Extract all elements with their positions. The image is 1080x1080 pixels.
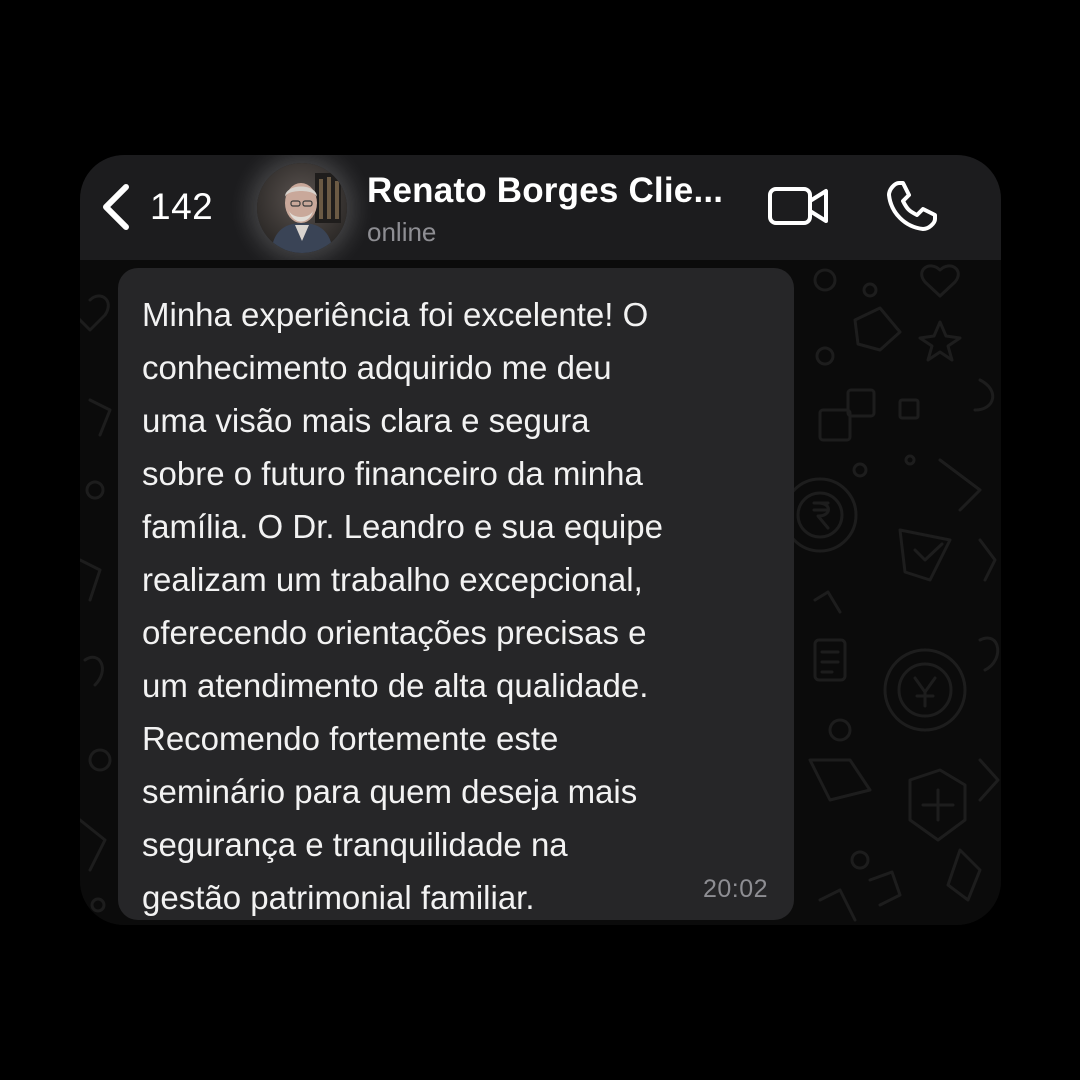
message-line: oferecendo orientações precisas e <box>142 614 647 651</box>
video-camera-icon[interactable] <box>768 185 830 227</box>
message-line: gestão patrimonial familiar. <box>142 879 535 916</box>
message-line: segurança e tranquilidade na <box>142 826 568 863</box>
message-line: uma visão mais clara e segura <box>142 402 590 439</box>
chat-window: 142 Renato Borges Clie... online Minha e… <box>80 155 1001 925</box>
contact-status: online <box>367 217 437 247</box>
message-line: Minha experiência foi excelente! O <box>142 296 649 333</box>
message-line: realizam um trabalho excepcional, <box>142 561 643 598</box>
message-timestamp: 20:02 <box>702 875 768 903</box>
message-line: Recomendo fortemente este <box>142 720 559 757</box>
chat-area[interactable]: Minha experiência foi excelente! O conhe… <box>80 260 1001 925</box>
contact-name: Renato Borges Clie... <box>367 171 724 210</box>
message-line: sobre o futuro financeiro da minha <box>142 455 643 492</box>
unread-count: 142 <box>150 186 214 227</box>
message-line: seminário para quem deseja mais <box>142 773 638 810</box>
message-line: família. O Dr. Leandro e sua equipe <box>142 508 663 545</box>
chat-header: 142 Renato Borges Clie... online <box>80 155 1001 260</box>
chevron-left-icon <box>103 184 129 230</box>
message-line: conhecimento adquirido me deu <box>142 349 612 386</box>
avatar[interactable] <box>257 163 347 253</box>
phone-icon[interactable] <box>885 179 939 233</box>
contact-info[interactable]: Renato Borges Clie... online <box>367 171 723 248</box>
message-line: um atendimento de alta qualidade. <box>142 667 649 704</box>
back-button[interactable]: 142 <box>98 179 213 235</box>
message-bubble[interactable]: Minha experiência foi excelente! O conhe… <box>118 268 794 920</box>
avatar-photo <box>257 163 347 253</box>
